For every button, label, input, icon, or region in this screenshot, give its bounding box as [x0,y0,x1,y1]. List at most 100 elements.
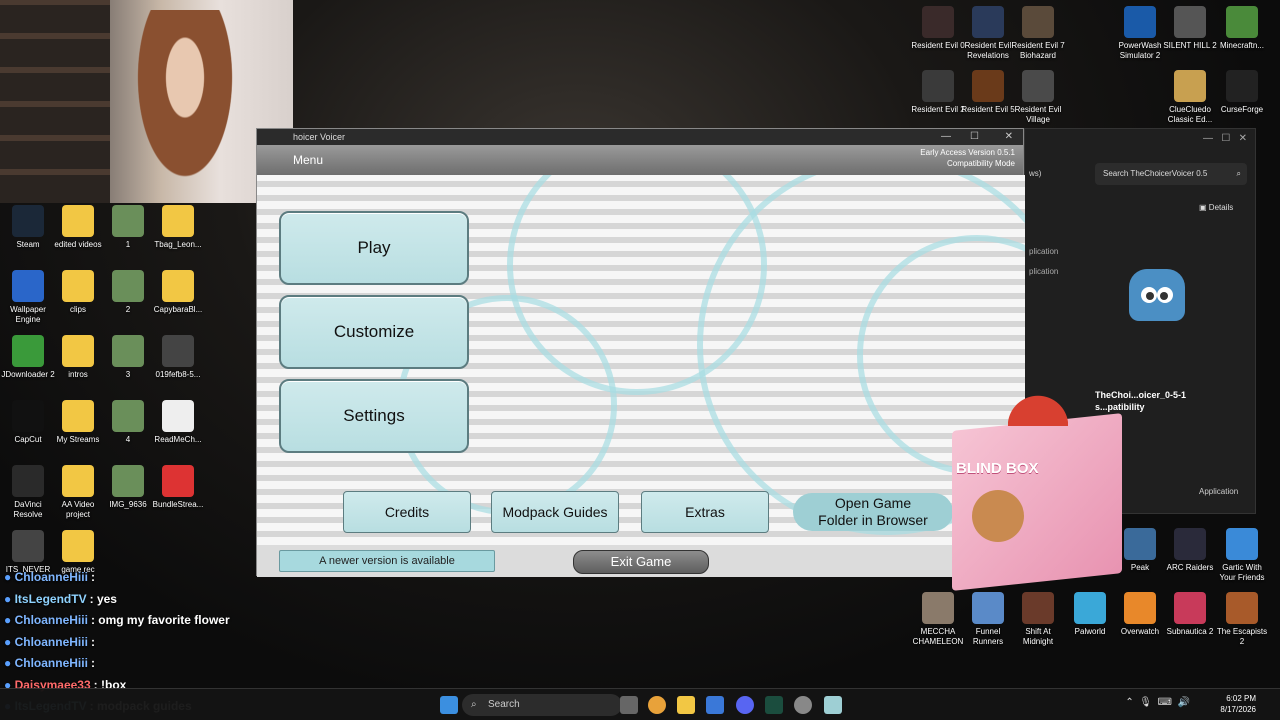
desktop-icon-overwatch[interactable]: Overwatch [1112,592,1168,637]
desktop-icon-intros[interactable]: intros [50,335,106,380]
chat-message: ● ChloanneHiii: [4,570,95,584]
exit-game-button[interactable]: Exit Game [573,550,709,574]
file-explorer-icon[interactable] [677,696,695,714]
desktop-icon-label: Overwatch [1120,627,1160,636]
clock[interactable]: 6:02 PM 8/17/2026 [1220,693,1256,715]
desktop-icon-my-streams[interactable]: My Streams [50,400,106,445]
desktop-icon-gartic-with-your-friends[interactable]: Gartic With Your Friends [1214,528,1270,583]
settings-button[interactable]: Settings [279,379,469,453]
desktop-icon-readmech[interactable]: ReadMeCh... [150,400,206,445]
chrome-icon[interactable] [648,696,666,714]
folder-icon [62,465,94,497]
desktop-icon-arc-raiders[interactable]: ARC Raiders [1162,528,1218,573]
system-tray-icons[interactable]: ⌃ 🎙 ⌨ 🔊 [1125,697,1190,708]
desktop-icon-powerwash-simulator-2[interactable]: PowerWash Simulator 2 [1112,6,1168,61]
folder-icon [62,400,94,432]
extras-button[interactable]: Extras [641,491,769,533]
desktop-icon-label: 1 [125,240,131,249]
desktop-icon-davinci-resolve[interactable]: DaVinci Resolve [0,465,56,520]
play-button[interactable]: Play [279,211,469,285]
details-icon: ▣ [1199,203,1207,212]
desktop-icon-label: DaVinci Resolve [13,500,43,519]
desktop-icon-label: Steam [16,240,40,249]
desktop-icon-resident-evil-5[interactable]: Resident Evil 5 [960,70,1016,115]
desktop-icon-1[interactable]: 1 [100,205,156,250]
game-icon [972,70,1004,102]
folder-icon [62,270,94,302]
desktop-icon-silent-hill-2[interactable]: SILENT HILL 2 [1162,6,1218,51]
credits-button[interactable]: Credits [343,491,471,533]
open-game-folder-button[interactable]: Open Game Folder in Browser [793,493,953,531]
godot-icon [1129,269,1185,321]
explorer-partial-label: ws) [1029,169,1042,178]
desktop-icon-jdownloader-2[interactable]: JDownloader 2 [0,335,56,380]
game-icon [1174,70,1206,102]
close-button[interactable]: ✕ [1005,129,1013,145]
desktop-icon-img-9636[interactable]: IMG_9636 [100,465,156,510]
desktop-icon-palworld[interactable]: Palworld [1062,592,1118,637]
desktop-icon-label: ClueCluedo Classic Ed... [1167,105,1213,124]
desktop-icon-shift-at-midnight[interactable]: Shift At Midnight [1010,592,1066,647]
desktop-icon-curseforge[interactable]: CurseForge [1214,70,1270,115]
desktop-icon-2[interactable]: 2 [100,270,156,315]
minimize-button[interactable]: — [941,129,951,145]
choicer-voicer-taskbar-icon[interactable] [824,696,842,714]
desktop-icon-label: MECCHA CHAMELEON [912,627,964,646]
desktop-icon-label: Gartic With Your Friends [1219,563,1265,582]
desktop-icon-4[interactable]: 4 [100,400,156,445]
hulu-icon[interactable] [765,696,783,714]
start-button[interactable] [440,696,458,714]
video-icon [12,530,44,562]
desktop-icon-resident-evil-2[interactable]: Resident Evil 2 [910,70,966,115]
desktop-icon-the-escapists-2[interactable]: The Escapists 2 [1214,592,1270,647]
streamer [125,10,245,203]
desktop-icon-tbag-leon[interactable]: Tbag_Leon... [150,205,206,250]
store-icon[interactable] [706,696,724,714]
desktop-icon-clips[interactable]: clips [50,270,106,315]
menu-button[interactable]: Menu [293,153,323,167]
desktop-icon-minecraftn[interactable]: Minecraftn... [1214,6,1270,51]
desktop-icon-019fefb8-5[interactable]: 019fefb8-5... [150,335,206,380]
version-info: Early Access Version 0.5.1 Compatibility… [920,148,1015,168]
desktop-icon-resident-evil-0[interactable]: Resident Evil 0 [910,6,966,51]
desktop-icon-resident-evil-7-biohazard[interactable]: Resident Evil 7 Biohazard [1010,6,1066,61]
desktop-icon-subnautica-2[interactable]: Subnautica 2 [1162,592,1218,637]
desktop-icon-capybarabl[interactable]: CapybaraBl... [150,270,206,315]
desktop-icon-its-never[interactable]: ITS_NEVER [0,530,56,575]
desktop-icon-steam[interactable]: Steam [0,205,56,250]
image-icon [112,270,144,302]
task-view-icon[interactable] [620,696,638,714]
taskbar-search[interactable]: ⌕ Search [462,694,622,716]
modpack-guides-button[interactable]: Modpack Guides [491,491,619,533]
desktop-icon-meccha-chameleon[interactable]: MECCHA CHAMELEON [910,592,966,647]
desktop-icon-aa-video-project[interactable]: AA Video project [50,465,106,520]
desktop-icon-edited-videos[interactable]: edited videos [50,205,106,250]
desktop-icon-resident-evil-revelations[interactable]: Resident Evil Revelations [960,6,1016,61]
desktop-icon-wallpaper-engine[interactable]: Wallpaper Engine [0,270,56,325]
steam-icon [12,205,44,237]
game-icon [1074,592,1106,624]
desktop-icon-funnel-runners[interactable]: Funnel Runners [960,592,1016,647]
desktop-icon-game-rec[interactable]: game rec [50,530,106,575]
desktop-icon-label: ReadMeCh... [154,435,202,444]
desktop-icon-capcut[interactable]: CapCut [0,400,56,445]
explorer-side-label: plication [1029,267,1059,276]
desktop-icon-bundlestrea[interactable]: BundleStrea... [150,465,206,510]
customize-button[interactable]: Customize [279,295,469,369]
desktop-icon-label: Funnel Runners [972,627,1004,646]
davinci-icon [12,465,44,497]
desktop-icon-3[interactable]: 3 [100,335,156,380]
desktop-icon-cluecluedo-classic-ed[interactable]: ClueCluedo Classic Ed... [1162,70,1218,125]
video-icon [162,335,194,367]
explorer-search-input[interactable]: Search TheChoicerVoicer 0.5 ⌕ [1095,163,1247,185]
desktop-icon-resident-evil-village[interactable]: Resident Evil Village [1010,70,1066,125]
settings-gear-icon[interactable] [794,696,812,714]
discord-icon[interactable] [736,696,754,714]
bookshelf [0,0,110,203]
details-button[interactable]: ▣ Details [1199,203,1233,212]
blind-box-overlay: BLIND BOX [942,372,1132,591]
newer-version-button[interactable]: A newer version is available [279,550,495,572]
maximize-button[interactable]: ☐ [970,129,979,145]
desktop-icon-label: Resident Evil 2 [911,105,965,114]
explorer-window-controls[interactable]: — ☐ ✕ [1203,133,1247,144]
